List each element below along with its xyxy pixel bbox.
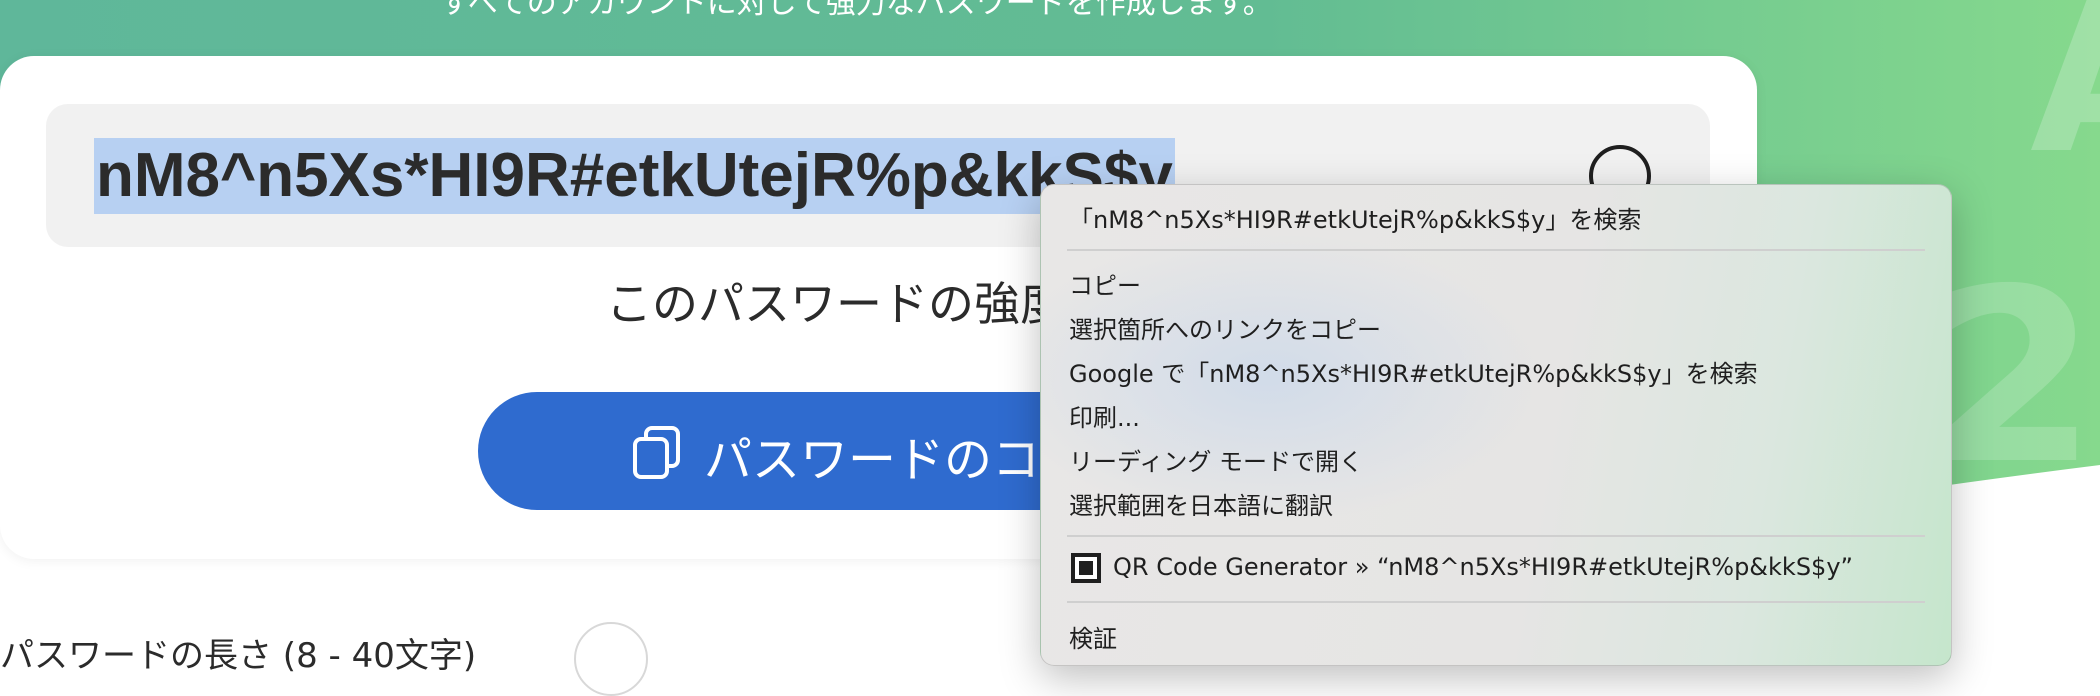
context-menu: 「nM8^n5Xs*HI9R#etkUtejR%p&kkS$y」を検索 コピー … xyxy=(1040,184,1952,666)
menu-separator xyxy=(1067,249,1925,251)
menu-item-search-google[interactable]: Google で「nM8^n5Xs*HI9R#etkUtejR%p&kkS$y」… xyxy=(1069,354,1758,389)
qr-code-icon xyxy=(1071,553,1101,583)
menu-separator xyxy=(1067,601,1925,603)
menu-item-copy-link-to-highlight[interactable]: 選択箇所へのリンクをコピー xyxy=(1069,310,1381,345)
menu-item-reading-mode[interactable]: リーディング モードで開く xyxy=(1069,442,1363,477)
menu-item-inspect[interactable]: 検証 xyxy=(1069,619,1117,654)
generated-password[interactable]: nM8^n5Xs*HI9R#etkUtejR%p&kkS$y xyxy=(94,138,1175,214)
hero-subtitle: すべてのアカウントに対して強力なパスワードを作成します。 xyxy=(440,0,1273,21)
copy-icon xyxy=(633,426,680,479)
svg-text:A: A xyxy=(2030,0,2100,200)
menu-item-copy[interactable]: コピー xyxy=(1069,266,1141,301)
menu-item-translate[interactable]: 選択範囲を日本語に翻訳 xyxy=(1069,486,1333,521)
password-strength-label: このパスワードの強度 xyxy=(606,277,1066,331)
menu-item-qr-code-generator[interactable]: QR Code Generator » “nM8^n5Xs*HI9R#etkUt… xyxy=(1113,553,1853,581)
length-slider-knob[interactable] xyxy=(574,622,648,696)
menu-separator xyxy=(1067,535,1925,537)
svg-text:2: 2 xyxy=(1930,237,2097,517)
menu-item-print[interactable]: 印刷... xyxy=(1069,398,1140,433)
password-length-label: パスワードの長さ (8 - 40文字) xyxy=(0,636,477,676)
menu-item-search-selection[interactable]: 「nM8^n5Xs*HI9R#etkUtejR%p&kkS$y」を検索 xyxy=(1069,200,1641,235)
menu-backdrop-glow xyxy=(1041,185,1951,665)
